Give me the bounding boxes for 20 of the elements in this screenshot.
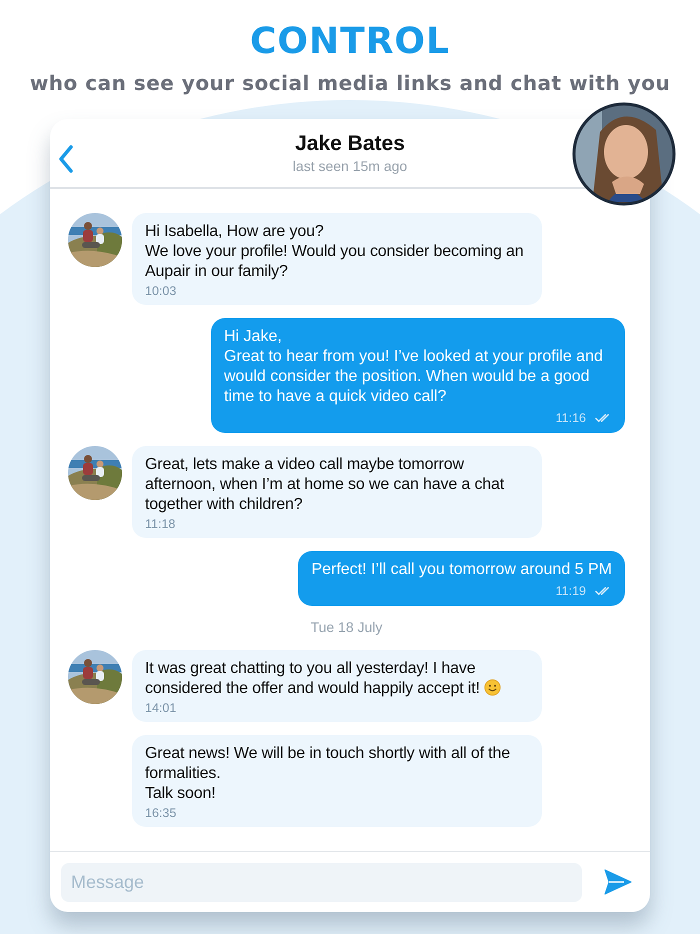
message-time: 16:35 [145, 805, 176, 822]
message-input-field[interactable]: Message [61, 862, 582, 902]
back-icon[interactable] [58, 145, 74, 173]
date-separator: Tue 18 July [310, 619, 382, 635]
send-icon[interactable] [604, 869, 632, 895]
contact-name: Jake Bates [294, 131, 406, 157]
message-time: 11:18 [145, 516, 176, 533]
message-time: 11:16 [556, 410, 586, 427]
message-text: Great, lets make a video call maybe tomorrow afternoon, when I’m at home so we can have a chat together with children? [145, 455, 506, 515]
message-time: 10:03 [145, 283, 176, 300]
headline: CONTROL [249, 20, 451, 64]
message-text: Perfect! I’ll call you tomorrow around 5 PM [311, 560, 612, 580]
subheadline: who can see your social media links and chat with you [28, 70, 672, 97]
message-time: 11:19 [556, 583, 586, 600]
message-time: 14:01 [145, 700, 176, 717]
message-text: It was great chatting to you all yesterday! I have considered the offer and would happily accept it! [145, 659, 534, 699]
message-text: Hi Isabella, How are you? We love your profile! Would you consider becoming an Aupair in our family? [145, 222, 524, 282]
message-text: Great news! We will be in touch shortly with all of the formalities. Talk soon! [145, 744, 511, 804]
last-seen-status: last seen 15m ago [292, 157, 408, 175]
message-text: Hi Jake, Great to hear from you! I’ve looked at your profile and would consider the position. When would be a good time to have a quick video call? [224, 327, 604, 407]
